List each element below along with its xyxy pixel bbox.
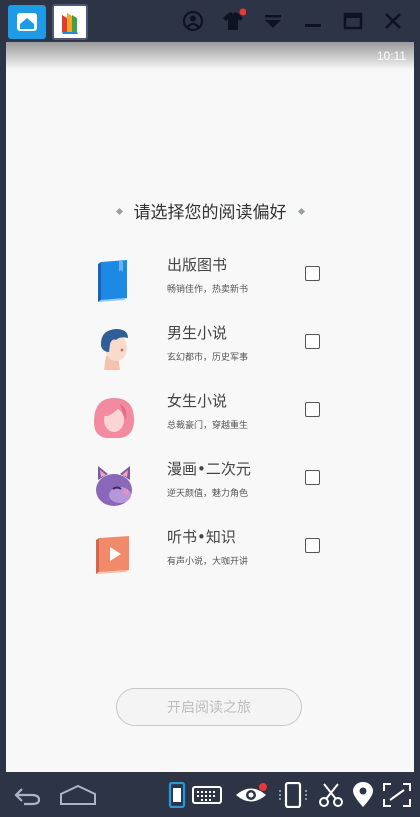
heading-left-dot bbox=[115, 207, 123, 216]
app-tab[interactable] bbox=[52, 4, 88, 40]
option-subtitle: 有声小说，大咖开讲 bbox=[167, 557, 249, 567]
menu-dropdown-icon[interactable] bbox=[260, 8, 286, 34]
option-audiobooks[interactable]: 听书•知识 有声小说，大咖开讲 bbox=[90, 526, 330, 582]
option-title: 女生小说 bbox=[167, 392, 228, 410]
option-comics[interactable]: 漫画•二次元 逆天颜值，魅力角色 bbox=[90, 458, 330, 514]
keyboard-icon[interactable] bbox=[192, 782, 222, 808]
preference-heading: 请选择您的阅读偏好 bbox=[6, 198, 414, 223]
phone-rotate-icon[interactable] bbox=[278, 782, 308, 808]
option-checkbox[interactable] bbox=[305, 470, 320, 485]
option-published-books[interactable]: 出版图书 畅销佳作，热卖新书 bbox=[90, 254, 330, 310]
girl-avatar-icon bbox=[94, 398, 134, 438]
emulator-home-tab[interactable] bbox=[8, 5, 46, 39]
option-subtitle: 畅销佳作，热卖新书 bbox=[167, 285, 249, 295]
option-checkbox[interactable] bbox=[305, 266, 320, 281]
home-outline-icon[interactable] bbox=[58, 782, 98, 808]
emulator-nav-bar bbox=[0, 772, 420, 817]
option-checkbox[interactable] bbox=[305, 402, 320, 417]
audio-book-icon bbox=[96, 536, 129, 574]
option-checkbox[interactable] bbox=[305, 538, 320, 553]
option-female-novels[interactable]: 女生小说 总裁豪门，穿越重生 bbox=[90, 390, 330, 446]
option-title: 出版图书 bbox=[167, 256, 228, 274]
portrait-icon[interactable] bbox=[164, 782, 194, 808]
option-subtitle: 逆天颜值，魅力角色 bbox=[167, 489, 249, 499]
app-screen: 10:11 请选择您的阅读偏好 出版图书 畅销佳作，热卖新书 男生小说 玄幻都市… bbox=[6, 42, 414, 772]
option-male-novels[interactable]: 男生小说 玄幻都市，历史军事 bbox=[90, 322, 330, 378]
close-icon[interactable] bbox=[380, 8, 406, 34]
back-icon[interactable] bbox=[12, 782, 42, 808]
status-time: 10:11 bbox=[376, 49, 406, 63]
heading-right-dot bbox=[297, 207, 305, 216]
scissors-icon[interactable] bbox=[316, 782, 346, 808]
boy-avatar-icon bbox=[100, 329, 128, 370]
home-icon bbox=[17, 13, 37, 31]
fullscreen-icon[interactable] bbox=[382, 782, 412, 808]
page-title: 请选择您的阅读偏好 bbox=[133, 203, 287, 223]
minimize-icon[interactable] bbox=[300, 8, 326, 34]
shirt-icon[interactable] bbox=[220, 8, 246, 34]
blue-book-icon bbox=[98, 260, 127, 302]
start-reading-button[interactable]: 开启阅读之旅 bbox=[116, 688, 302, 726]
account-icon[interactable] bbox=[180, 8, 206, 34]
option-title: 听书•知识 bbox=[167, 528, 236, 546]
option-checkbox[interactable] bbox=[305, 334, 320, 349]
app-logo-icon bbox=[62, 13, 78, 34]
emulator-title-bar bbox=[0, 0, 420, 42]
option-subtitle: 玄幻都市，历史军事 bbox=[167, 353, 249, 363]
maximize-icon[interactable] bbox=[340, 8, 366, 34]
option-title: 男生小说 bbox=[167, 324, 228, 342]
eye-icon[interactable] bbox=[234, 782, 268, 808]
option-title: 漫画•二次元 bbox=[167, 460, 251, 478]
status-bar: 10:11 bbox=[6, 42, 414, 70]
purple-cat-icon bbox=[96, 466, 132, 506]
location-icon[interactable] bbox=[348, 782, 378, 808]
option-subtitle: 总裁豪门，穿越重生 bbox=[167, 421, 249, 431]
